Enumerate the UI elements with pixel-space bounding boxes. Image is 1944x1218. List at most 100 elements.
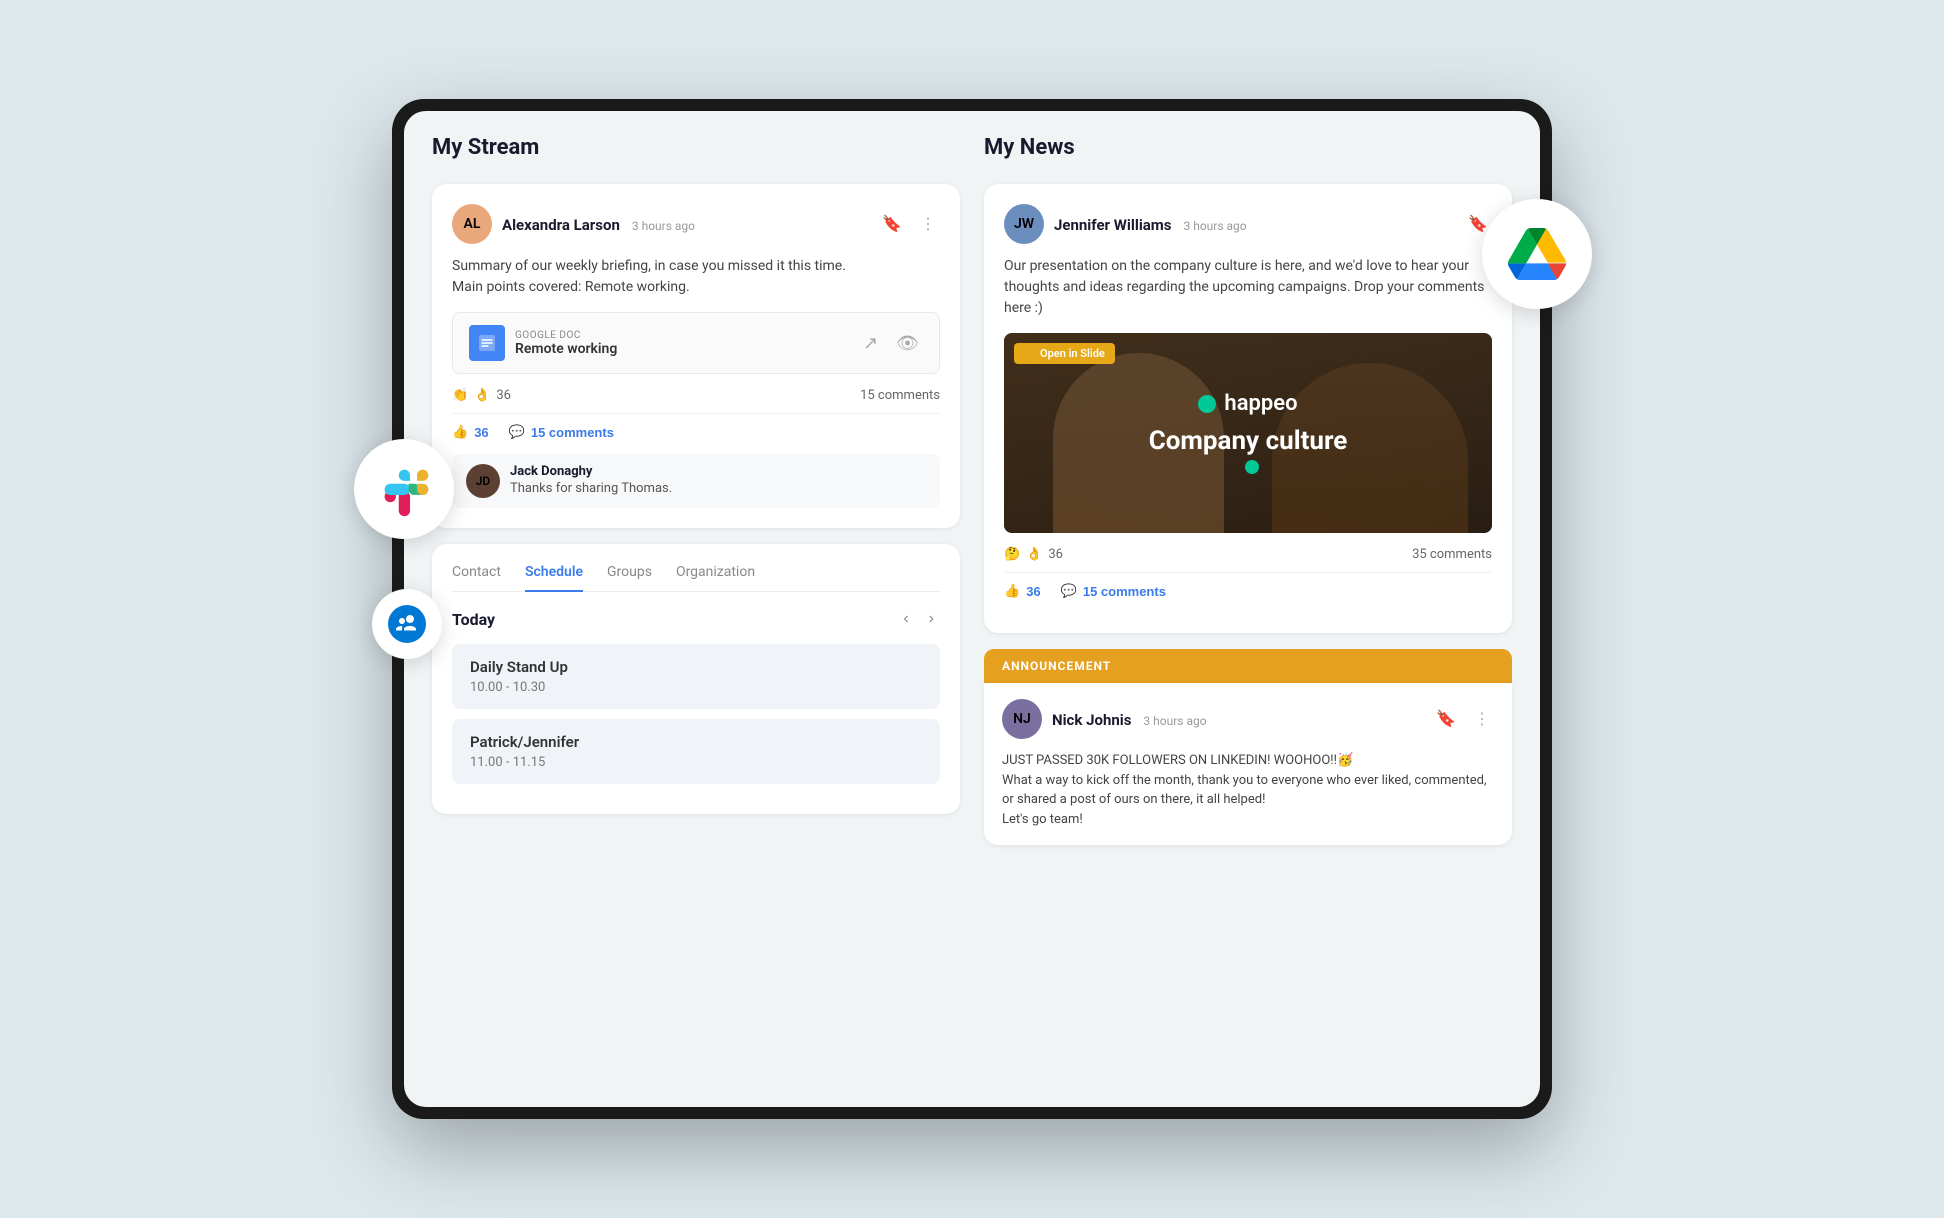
doc-icon [469,325,505,361]
bookmark-button[interactable]: 🔖 [878,212,906,236]
slide-badge-label: Open in Slide [1040,347,1105,360]
comment-author: Jack Donaghy [510,464,926,479]
announcement-actions: 🔖 ⋮ [1432,707,1494,731]
schedule-nav: ‹ › [897,608,940,630]
announcement-body: NJ Nick Johnis 3 hours ago 🔖 ⋮ [984,683,1512,845]
announcement-header-left: NJ Nick Johnis 3 hours ago [1002,699,1207,739]
today-label: Today [452,610,495,629]
comment-button[interactable]: 💬 15 comments [509,424,614,440]
actions-row: 👍 36 💬 15 comments [452,424,940,440]
happeo-dot [1198,395,1216,413]
news-like-button[interactable]: 👍 36 [1004,583,1041,599]
news-reaction-emoji1: 🤔 [1004,547,1020,562]
post-author-info: Alexandra Larson 3 hours ago [502,215,695,234]
device-frame: My Stream AL Alexandra Larson 3 hours ag… [392,99,1552,1119]
stream-post-card: AL Alexandra Larson 3 hours ago 🔖 ⋮ [432,184,960,528]
right-column: My News JW Jennifer Williams 3 hours ago [984,135,1512,1083]
presentation-image: Open in Slide happeo Company culture [1004,333,1492,533]
comment-item: JD Jack Donaghy Thanks for sharing Thoma… [452,454,940,508]
like-icon: 👍 [452,424,468,440]
announcement-line2: What a way to kick off the month, thank … [1002,771,1494,810]
event-time-0: 10.00 - 10.30 [470,680,922,695]
news-post-header: JW Jennifer Williams 3 hours ago 🔖 [1004,204,1492,244]
like-button[interactable]: 👍 36 [452,424,489,440]
my-stream-title: My Stream [432,135,960,160]
attachment-view-btn[interactable]: 👁 [892,331,923,356]
next-day-btn[interactable]: › [923,608,940,630]
avatar-jennifer: JW [1004,204,1044,244]
slack-logo [354,439,454,539]
attachment: GOOGLE DOC Remote working ↗ 👁 [452,312,940,374]
reactions-comments-count: 15 comments [860,388,940,403]
schedule-item-0: Daily Stand Up 10.00 - 10.30 [452,644,940,709]
attachment-share-btn[interactable]: ↗ [859,331,882,356]
attachment-actions: ↗ 👁 [859,331,923,356]
prev-day-btn[interactable]: ‹ [897,608,914,630]
my-news-title: My News [984,135,1512,160]
main-columns: My Stream AL Alexandra Larson 3 hours ag… [432,135,1512,1083]
device-screen: My Stream AL Alexandra Larson 3 hours ag… [404,111,1540,1107]
happeo-logo: happeo [1149,391,1348,416]
announcement-section: ANNOUNCEMENT NJ Nick Johnis 3 hours ago [984,649,1512,845]
announcement-more-btn[interactable]: ⋮ [1470,707,1494,731]
post-header-left: AL Alexandra Larson 3 hours ago [452,204,695,244]
tab-organization[interactable]: Organization [676,564,755,592]
more-button[interactable]: ⋮ [916,212,940,236]
announcement-line3: Let's go team! [1002,810,1494,830]
news-reaction-emoji2: 👌 [1026,547,1042,562]
tab-groups[interactable]: Groups [607,564,652,592]
reactions-left: 👏 👌 36 [452,388,511,403]
news-like-icon: 👍 [1004,583,1020,599]
tab-contact[interactable]: Contact [452,564,501,592]
news-reactions-left: 🤔 👌 36 [1004,547,1063,562]
left-column: My Stream AL Alexandra Larson 3 hours ag… [432,135,960,1083]
news-comment-count: 15 comments [1083,584,1166,599]
post-body-line2: Main points covered: Remote working. [452,279,690,295]
event-title-0: Daily Stand Up [470,658,922,676]
comment-body: Jack Donaghy Thanks for sharing Thomas. [510,464,926,496]
event-title-1: Patrick/Jennifer [470,733,922,751]
comment-text: Thanks for sharing Thomas. [510,481,926,496]
post-header-actions: 🔖 ⋮ [878,212,940,236]
announcement-text: JUST PASSED 30K FOLLOWERS ON LINKEDIN! W… [1002,751,1494,829]
tab-schedule[interactable]: Schedule [525,564,583,592]
attachment-type: GOOGLE DOC [515,330,617,341]
announcement-banner: ANNOUNCEMENT [984,649,1512,683]
news-author-name: Jennifer Williams [1054,216,1172,234]
news-author-info: Jennifer Williams 3 hours ago [1054,215,1247,234]
post-time: 3 hours ago [632,219,695,233]
post-body-line1: Summary of our weekly briefing, in case … [452,258,846,274]
news-reaction-count: 36 [1048,547,1063,562]
news-reactions-row: 🤔 👌 36 35 comments [1004,547,1492,573]
avatar-nick: NJ [1002,699,1042,739]
announcement-line1: JUST PASSED 30K FOLLOWERS ON LINKEDIN! W… [1002,751,1494,771]
schedule-header: Today ‹ › [452,608,940,630]
slide-badge: Open in Slide [1014,343,1115,364]
teams-logo [372,589,442,659]
news-post-body: Our presentation on the company culture … [1004,256,1492,319]
news-comment-icon: 💬 [1061,583,1077,599]
post-header: AL Alexandra Larson 3 hours ago 🔖 ⋮ [452,204,940,244]
announcement-bookmark-btn[interactable]: 🔖 [1432,707,1460,731]
comment-count: 15 comments [531,425,614,440]
announcement-author-info: Nick Johnis 3 hours ago [1052,710,1207,729]
happeo-text: happeo [1224,391,1297,416]
announcement-header: NJ Nick Johnis 3 hours ago 🔖 ⋮ [1002,699,1494,739]
avatar-alexandra: AL [452,204,492,244]
reaction-emoji1: 👏 [452,388,468,403]
news-comment-button[interactable]: 💬 15 comments [1061,583,1166,599]
attachment-title: Remote working [515,341,617,357]
post-body: Summary of our weekly briefing, in case … [452,256,940,298]
attachment-left: GOOGLE DOC Remote working [469,325,617,361]
presentation-culture-title: Company culture [1149,426,1348,456]
reaction-count: 36 [496,388,511,403]
attachment-info: GOOGLE DOC Remote working [515,330,617,357]
news-comments-count: 35 comments [1412,547,1492,562]
event-time-1: 11.00 - 11.15 [470,755,922,770]
announcement-author-name: Nick Johnis [1052,711,1131,729]
avatar-jack: JD [466,464,500,498]
comment-icon: 💬 [509,424,525,440]
news-post-header-left: JW Jennifer Williams 3 hours ago [1004,204,1247,244]
presentation-content: happeo Company culture [1149,391,1348,475]
news-post-card: JW Jennifer Williams 3 hours ago 🔖 Our p… [984,184,1512,633]
